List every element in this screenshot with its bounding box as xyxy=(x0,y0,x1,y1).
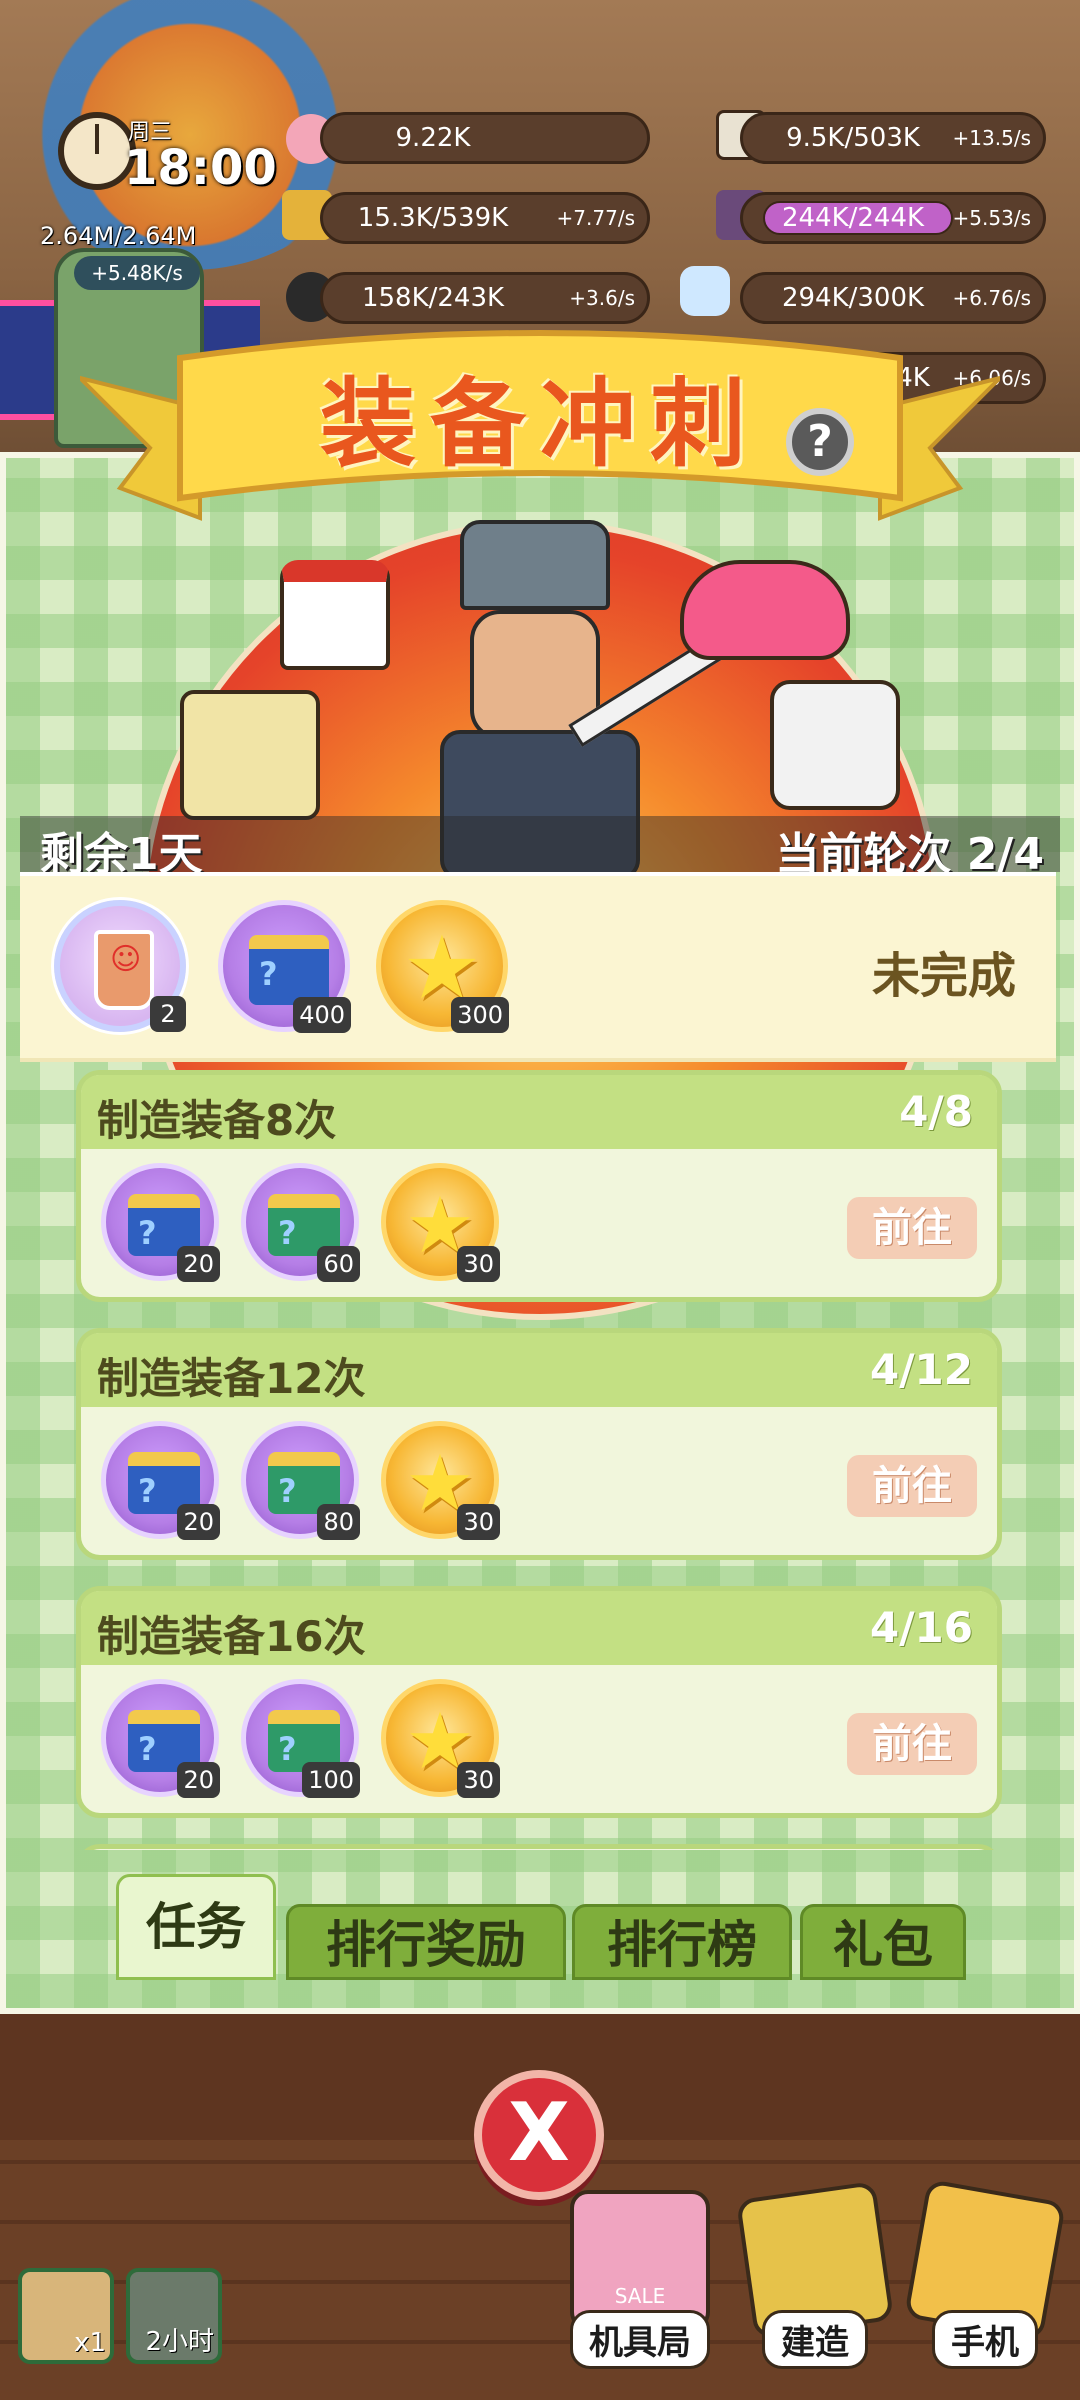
reward-count: 400 xyxy=(293,997,351,1033)
resource-value: 9.22K xyxy=(395,123,471,153)
dock-shop-label: 机具局 xyxy=(570,2310,710,2369)
tab-leaderboard[interactable]: 排行榜 xyxy=(572,1904,792,1980)
close-button[interactable]: X xyxy=(474,2070,604,2200)
bottle-icon xyxy=(680,266,730,316)
task-header: 制造装备12次 4/12 xyxy=(81,1333,997,1407)
dock-build[interactable]: 建造 xyxy=(735,2180,895,2369)
cash-capacity: 2.64M/2.64M xyxy=(40,222,197,250)
reward-count: 30 xyxy=(457,1504,500,1540)
resource-bar-purple[interactable]: 244K/244K +5.53/s xyxy=(740,192,1046,244)
resource-rate: +5.53/s xyxy=(952,206,1031,230)
timer-label: 2小时 xyxy=(145,2327,214,2357)
vest-equipment-icon xyxy=(180,690,320,820)
resource-bar-gold[interactable]: 15.3K/539K +7.77/s xyxy=(320,192,650,244)
tab-gift-pack[interactable]: 礼包 xyxy=(800,1904,966,1980)
task-progress: 4/12 xyxy=(869,1345,973,1394)
resource-value: 244K/244K xyxy=(781,203,925,233)
time-label: 18:00 xyxy=(124,140,277,196)
resource-rate: +3.6/s xyxy=(569,286,635,310)
resource-bar-bottle[interactable]: 294K/300K +6.76/s xyxy=(740,272,1046,324)
task-progress: 4/8 xyxy=(899,1087,973,1136)
task-reward[interactable]: ? 100 xyxy=(241,1679,360,1798)
reward-count: 2 xyxy=(150,996,186,1032)
cash-rate: +5.48K/s xyxy=(74,256,200,290)
task-card xyxy=(76,1844,1002,1850)
dock-phone[interactable]: 手机 xyxy=(903,2178,1067,2369)
task-header: 制造装备16次 4/16 xyxy=(81,1591,997,1665)
bubble-tea-icon xyxy=(94,930,154,1010)
task-reward[interactable]: ? 20 xyxy=(101,1679,220,1798)
task-header: 制造装备8次 4/8 xyxy=(81,1075,997,1149)
crate-count: x1 xyxy=(74,2328,106,2358)
reward-count: 20 xyxy=(177,1504,220,1540)
go-button[interactable]: 前往 xyxy=(847,1197,977,1259)
task-card: 制造装备16次 4/16 ? 20 ? 100 ★ 30 前往 xyxy=(76,1586,1002,1818)
reward-star[interactable]: ★ 300 xyxy=(376,900,509,1033)
task-card: 制造装备8次 4/8 ? 20 ? 60 ★ 30 前往 xyxy=(76,1070,1002,1302)
task-reward[interactable]: ★ 30 xyxy=(381,1679,500,1798)
reward-bubble-tea[interactable]: 2 xyxy=(54,900,186,1032)
reward-count: 20 xyxy=(177,1762,220,1798)
go-button[interactable]: 前往 xyxy=(847,1713,977,1775)
tab-rank-rewards[interactable]: 排行奖励 xyxy=(286,1904,566,1980)
tab-tasks[interactable]: 任务 xyxy=(116,1874,276,1980)
dock-phone-label: 手机 xyxy=(932,2310,1038,2369)
skirt-equipment-icon xyxy=(280,560,390,670)
resource-rate: +13.5/s xyxy=(952,126,1031,150)
round-status: 未完成 xyxy=(871,948,1016,1004)
timer-slot[interactable]: 2小时 xyxy=(126,2268,222,2364)
reward-count: 100 xyxy=(302,1762,360,1798)
armor-equipment-icon xyxy=(770,680,900,810)
tab-bar: 排行奖励 排行榜 礼包 任务 xyxy=(110,1874,970,1984)
round-reward-row: 2 ? 400 ★ 300 未完成 xyxy=(20,872,1056,1062)
task-reward[interactable]: ? 60 xyxy=(241,1163,360,1282)
help-button[interactable]: ? xyxy=(786,408,854,476)
resource-bar-coal[interactable]: 158K/243K +3.6/s xyxy=(320,272,650,324)
resource-bar-knife[interactable]: 9.5K/503K +13.5/s xyxy=(740,112,1046,164)
dock-shop[interactable]: SALE 机具局 xyxy=(560,2190,720,2369)
crate-slot[interactable]: x1 xyxy=(18,2268,114,2364)
sale-sign: SALE xyxy=(614,2284,666,2308)
event-title: 装备冲刺 xyxy=(320,368,760,480)
shopping-bag-icon: SALE xyxy=(570,2190,710,2330)
reward-count: 30 xyxy=(457,1762,500,1798)
task-title: 制造装备8次 xyxy=(97,1096,337,1145)
hat-equipment-icon xyxy=(680,560,850,660)
resource-value: 158K/243K xyxy=(361,283,505,313)
reward-count: 60 xyxy=(317,1246,360,1282)
task-reward[interactable]: ★ 30 xyxy=(381,1421,500,1540)
mystery-box-icon: ? xyxy=(249,935,329,1005)
resource-value: 294K/300K xyxy=(781,283,925,313)
resource-rate: +7.77/s xyxy=(556,206,635,230)
task-reward[interactable]: ? 80 xyxy=(241,1421,360,1540)
reward-count: 300 xyxy=(451,997,509,1033)
reward-mystery-box[interactable]: ? 400 xyxy=(218,900,351,1033)
task-reward[interactable]: ★ 30 xyxy=(381,1163,500,1282)
dock-build-label: 建造 xyxy=(762,2310,868,2369)
reward-count: 20 xyxy=(177,1246,220,1282)
task-title: 制造装备12次 xyxy=(97,1354,366,1403)
task-reward[interactable]: ? 20 xyxy=(101,1421,220,1540)
resource-value: 9.5K/503K xyxy=(786,123,920,153)
resource-value: 15.3K/539K xyxy=(357,203,509,233)
task-progress: 4/16 xyxy=(869,1603,973,1652)
reward-count: 30 xyxy=(457,1246,500,1282)
reward-count: 80 xyxy=(317,1504,360,1540)
resource-bar-peach[interactable]: 9.22K xyxy=(320,112,650,164)
task-reward[interactable]: ? 20 xyxy=(101,1163,220,1282)
task-card: 制造装备12次 4/12 ? 20 ? 80 ★ 30 前往 xyxy=(76,1328,1002,1560)
task-title: 制造装备16次 xyxy=(97,1612,366,1661)
resource-rate: +6.76/s xyxy=(952,286,1031,310)
task-list[interactable]: 制造装备8次 4/8 ? 20 ? 60 ★ 30 前往 制造装备12次 4/1… xyxy=(76,1070,1004,1850)
go-button[interactable]: 前往 xyxy=(847,1455,977,1517)
